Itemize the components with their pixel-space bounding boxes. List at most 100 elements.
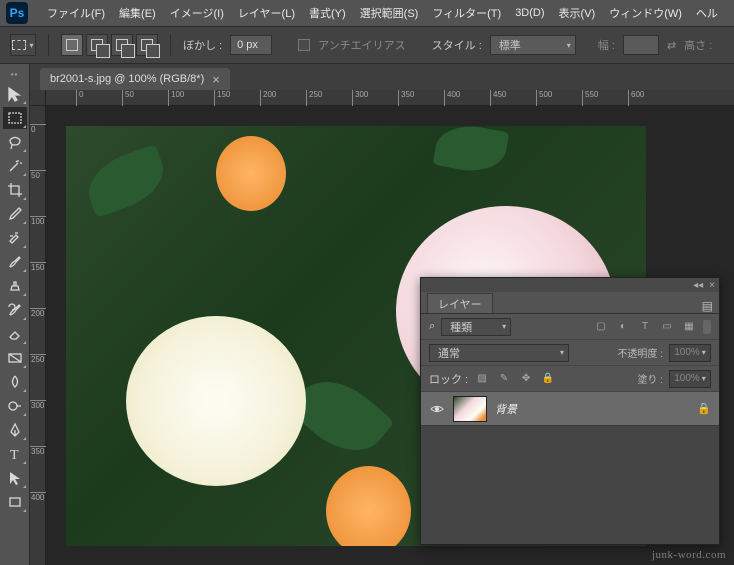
layer-list: 背景 🔒 <box>421 392 719 544</box>
dodge-tool[interactable] <box>3 395 27 417</box>
panel-top-controls: ◂◂ × <box>421 278 719 292</box>
brush-tool[interactable] <box>3 251 27 273</box>
chevron-down-icon: ▾ <box>502 322 506 331</box>
toolbox-grip[interactable]: •• <box>2 70 28 78</box>
blur-tool[interactable] <box>3 371 27 393</box>
blend-mode-row: 通常 ▾ 不透明度 : 100%▾ <box>421 340 719 366</box>
layer-filter-select[interactable]: 種類 ▾ <box>441 318 511 336</box>
menu-file[interactable]: ファイル(F) <box>40 5 112 21</box>
options-bar: ▾ ぼかし : 0 px アンチエイリアス スタイル : 標準 ▾ 幅 : ⇄ … <box>0 26 734 64</box>
antialias-checkbox[interactable] <box>298 39 310 51</box>
svg-text:T: T <box>10 448 19 462</box>
document-tabbar: br2001-s.jpg @ 100% (RGB/8*) × <box>30 64 734 90</box>
lock-row: ロック : ▨ ✎ ✥ 🔒 塗り : 100%▾ <box>421 366 719 392</box>
ruler-horizontal[interactable]: 050100150200250300350400450500550600 <box>46 90 734 106</box>
filter-type-icon[interactable]: T <box>637 320 653 334</box>
layers-panel: ◂◂ × レイヤー ▤ ⌕ 種類 ▾ ▢ ◐ T ▭ ▦ 通常 ▾ <box>420 277 720 545</box>
menu-layer[interactable]: レイヤー(L) <box>231 5 302 21</box>
lock-icon: 🔒 <box>697 402 711 415</box>
history-brush-tool[interactable] <box>3 299 27 321</box>
style-select[interactable]: 標準 ▾ <box>490 35 576 55</box>
divider <box>48 34 49 56</box>
shape-tool[interactable] <box>3 491 27 513</box>
layer-row-background[interactable]: 背景 🔒 <box>421 392 719 426</box>
panel-tab-row: レイヤー ▤ <box>421 292 719 314</box>
divider <box>170 34 171 56</box>
watermark: junk-word.com <box>652 549 726 561</box>
layer-filter-label: 種類 <box>450 319 472 335</box>
lock-trans-icon[interactable]: ▨ <box>474 372 490 386</box>
search-icon: ⌕ <box>429 320 435 333</box>
document-area: br2001-s.jpg @ 100% (RGB/8*) × 050100150… <box>30 64 734 565</box>
filter-shape-icon[interactable]: ▭ <box>659 320 675 334</box>
feather-input[interactable]: 0 px <box>230 35 272 55</box>
sel-mode-new[interactable] <box>61 34 83 56</box>
move-tool[interactable] <box>3 83 27 105</box>
layer-thumbnail <box>453 396 487 422</box>
sel-mode-intersect[interactable] <box>136 34 158 56</box>
menu-help[interactable]: ヘル <box>689 5 725 21</box>
lasso-tool[interactable] <box>3 131 27 153</box>
layers-tab[interactable]: レイヤー <box>427 293 493 313</box>
visibility-icon[interactable] <box>429 401 445 417</box>
ps-logo: Ps <box>6 2 28 24</box>
menu-bar: Ps ファイル(F) 編集(E) イメージ(I) レイヤー(L) 書式(Y) 選… <box>0 0 734 26</box>
menu-type[interactable]: 書式(Y) <box>302 5 353 21</box>
width-label: 幅 : <box>598 37 615 53</box>
document-tab-title: br2001-s.jpg @ 100% (RGB/8*) <box>50 73 204 85</box>
feather-label: ぼかし : <box>183 37 222 53</box>
current-tool-indicator[interactable]: ▾ <box>10 34 36 56</box>
magic-wand-tool[interactable] <box>3 155 27 177</box>
blend-mode-value: 通常 <box>438 345 460 361</box>
style-value: 標準 <box>499 37 521 53</box>
fill-label: 塗り : <box>637 371 663 386</box>
panel-close-icon[interactable]: × <box>709 280 715 291</box>
collapse-icon[interactable]: ◂◂ <box>693 280 703 291</box>
lock-label: ロック : <box>429 371 468 387</box>
type-tool[interactable]: T <box>3 443 27 465</box>
gradient-tool[interactable] <box>3 347 27 369</box>
ruler-corner <box>30 90 46 106</box>
opacity-label: 不透明度 : <box>617 345 663 360</box>
filter-adjust-icon[interactable]: ◐ <box>615 320 631 334</box>
opacity-input[interactable]: 100%▾ <box>669 344 711 362</box>
menu-edit[interactable]: 編集(E) <box>112 5 163 21</box>
crop-tool[interactable] <box>3 179 27 201</box>
menu-view[interactable]: 表示(V) <box>552 5 603 21</box>
lock-pixel-icon[interactable]: ✎ <box>496 372 512 386</box>
eraser-tool[interactable] <box>3 323 27 345</box>
eyedropper-tool[interactable] <box>3 203 27 225</box>
document-tab[interactable]: br2001-s.jpg @ 100% (RGB/8*) × <box>40 68 230 90</box>
filter-toggle[interactable] <box>703 320 711 334</box>
fill-input[interactable]: 100%▾ <box>669 370 711 388</box>
sel-mode-subtract[interactable] <box>111 34 133 56</box>
layer-filter-row: ⌕ 種類 ▾ ▢ ◐ T ▭ ▦ <box>421 314 719 340</box>
menu-filter[interactable]: フィルター(T) <box>425 5 508 21</box>
filter-smart-icon[interactable]: ▦ <box>681 320 697 334</box>
menu-3d[interactable]: 3D(D) <box>508 7 551 19</box>
ruler-vertical[interactable]: 050100150200250300350400 <box>30 106 46 565</box>
close-icon[interactable]: × <box>212 73 220 86</box>
blend-mode-select[interactable]: 通常 ▾ <box>429 344 569 362</box>
marquee-tool[interactable] <box>3 107 27 129</box>
layer-name: 背景 <box>495 401 517 417</box>
healing-brush-tool[interactable] <box>3 227 27 249</box>
clone-stamp-tool[interactable] <box>3 275 27 297</box>
style-label: スタイル : <box>432 37 482 53</box>
width-input[interactable] <box>623 35 659 55</box>
menu-image[interactable]: イメージ(I) <box>163 5 231 21</box>
menu-window[interactable]: ウィンドウ(W) <box>602 5 689 21</box>
antialias-label: アンチエイリアス <box>318 37 406 53</box>
marquee-icon <box>12 40 26 50</box>
panel-menu-icon[interactable]: ▤ <box>702 299 713 313</box>
chevron-down-icon: ▾ <box>560 348 564 357</box>
path-selection-tool[interactable] <box>3 467 27 489</box>
toolbox: •• T <box>0 64 30 565</box>
sel-mode-add[interactable] <box>86 34 108 56</box>
pen-tool[interactable] <box>3 419 27 441</box>
chevron-down-icon: ▾ <box>567 41 571 50</box>
menu-select[interactable]: 選択範囲(S) <box>353 5 426 21</box>
lock-position-icon[interactable]: ✥ <box>518 372 534 386</box>
lock-all-icon[interactable]: 🔒 <box>540 372 556 386</box>
filter-pixel-icon[interactable]: ▢ <box>593 320 609 334</box>
